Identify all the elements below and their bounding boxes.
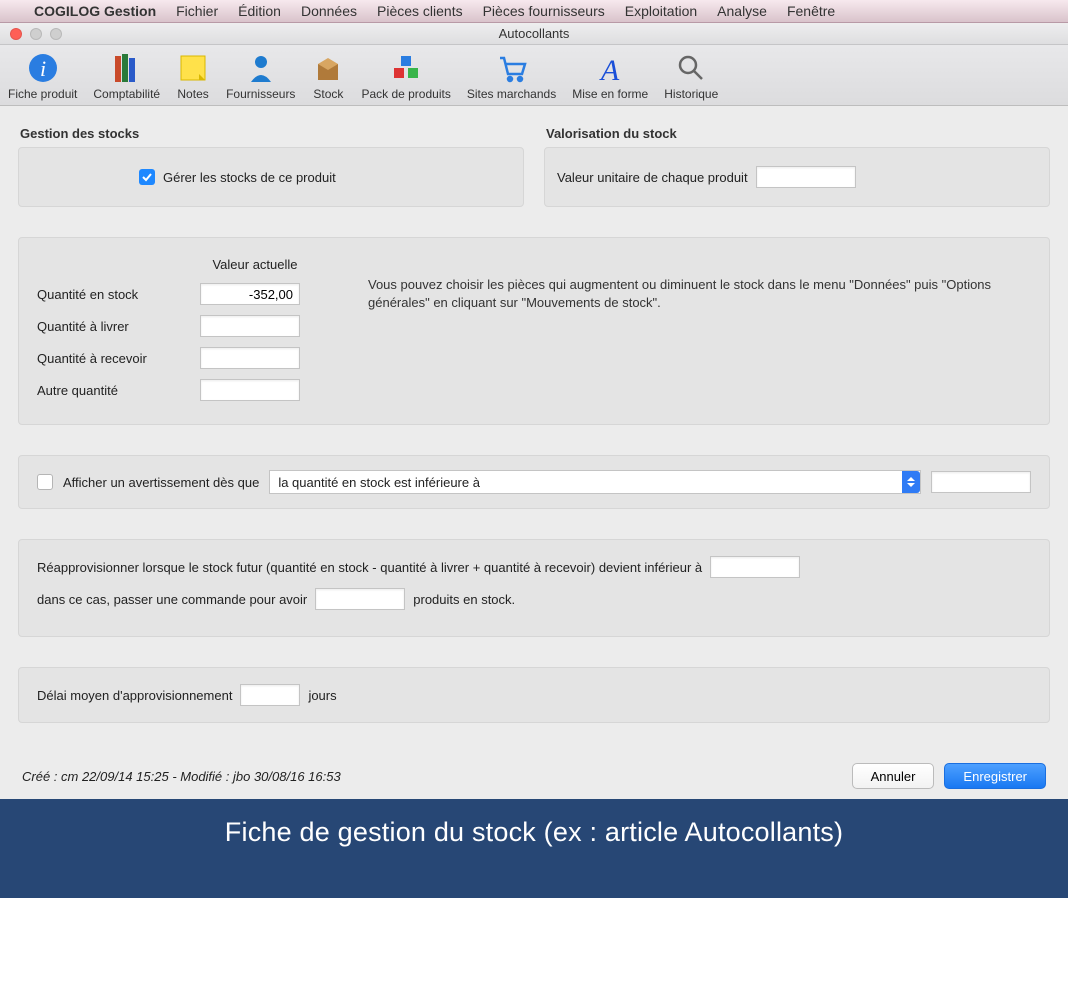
warn-checkbox[interactable] bbox=[37, 474, 53, 490]
valuation-title: Valorisation du stock bbox=[546, 126, 1050, 141]
menu-fichier[interactable]: Fichier bbox=[168, 3, 226, 19]
menu-analyse[interactable]: Analyse bbox=[709, 3, 775, 19]
reappro-order-qty-input[interactable] bbox=[315, 588, 405, 610]
valuation-panel: Valeur unitaire de chaque produit bbox=[544, 147, 1050, 207]
qty-receive-input[interactable] bbox=[200, 347, 300, 369]
person-icon bbox=[244, 51, 278, 85]
warn-select-value: la quantité en stock est inférieure à bbox=[278, 475, 480, 490]
toolbar-mise-en-forme[interactable]: A Mise en forme bbox=[568, 51, 652, 101]
window-titlebar: Autocollants bbox=[0, 23, 1068, 45]
qty-deliver-label: Quantité à livrer bbox=[37, 310, 182, 342]
menu-donnees[interactable]: Données bbox=[293, 3, 365, 19]
magnifier-icon bbox=[674, 51, 708, 85]
caption-bar: Fiche de gestion du stock (ex : article … bbox=[0, 799, 1068, 898]
info-icon: i bbox=[26, 51, 60, 85]
created-modified-text: Créé : cm 22/09/14 15:25 - Modifié : jbo… bbox=[22, 769, 842, 784]
toolbar: i Fiche produit Comptabilité Notes Fourn… bbox=[0, 45, 1068, 106]
current-value-header: Valeur actuelle bbox=[200, 250, 310, 278]
minimize-window-icon[interactable] bbox=[30, 28, 42, 40]
toolbar-notes[interactable]: Notes bbox=[172, 51, 214, 101]
stock-mgmt-title: Gestion des stocks bbox=[20, 126, 524, 141]
save-button[interactable]: Enregistrer bbox=[944, 763, 1046, 789]
unit-value-label: Valeur unitaire de chaque produit bbox=[557, 170, 748, 185]
manage-stock-label: Gérer les stocks de ce produit bbox=[163, 170, 336, 185]
font-icon: A bbox=[593, 51, 627, 85]
chevron-updown-icon bbox=[902, 471, 920, 493]
toolbar-sites-marchands[interactable]: Sites marchands bbox=[463, 51, 560, 101]
toolbar-fournisseurs[interactable]: Fournisseurs bbox=[222, 51, 299, 101]
warn-checkbox-label: Afficher un avertissement dès que bbox=[63, 475, 259, 490]
qty-other-input[interactable] bbox=[200, 379, 300, 401]
warn-threshold-input[interactable] bbox=[931, 471, 1031, 493]
reappro-text-2b: produits en stock. bbox=[413, 592, 515, 607]
hint-text: Vous pouvez choisir les pièces qui augme… bbox=[328, 250, 1031, 406]
menu-exploitation[interactable]: Exploitation bbox=[617, 3, 705, 19]
menu-pieces-clients[interactable]: Pièces clients bbox=[369, 3, 471, 19]
reappro-text-1: Réapprovisionner lorsque le stock futur … bbox=[37, 560, 702, 575]
warning-panel: Afficher un avertissement dès que la qua… bbox=[18, 455, 1050, 509]
reappro-text-2a: dans ce cas, passer une commande pour av… bbox=[37, 592, 307, 607]
close-window-icon[interactable] bbox=[10, 28, 22, 40]
reappro-panel: Réapprovisionner lorsque le stock futur … bbox=[18, 539, 1050, 637]
unit-value-input[interactable] bbox=[756, 166, 856, 188]
delay-label: Délai moyen d'approvisionnement bbox=[37, 688, 232, 703]
stock-mgmt-panel: Gérer les stocks de ce produit bbox=[18, 147, 524, 207]
app-name[interactable]: COGILOG Gestion bbox=[26, 3, 164, 19]
menu-pieces-fournisseurs[interactable]: Pièces fournisseurs bbox=[475, 3, 613, 19]
note-icon bbox=[176, 51, 210, 85]
toolbar-stock[interactable]: Stock bbox=[307, 51, 349, 101]
toolbar-historique[interactable]: Historique bbox=[660, 51, 722, 101]
svg-text:i: i bbox=[40, 56, 46, 81]
cancel-button[interactable]: Annuler bbox=[852, 763, 935, 789]
quantities-panel: Quantité en stock Quantité à livrer Quan… bbox=[18, 237, 1050, 425]
toolbar-comptabilite[interactable]: Comptabilité bbox=[89, 51, 164, 101]
warn-condition-select[interactable]: la quantité en stock est inférieure à bbox=[269, 470, 921, 494]
zoom-window-icon[interactable] bbox=[50, 28, 62, 40]
delay-unit: jours bbox=[308, 688, 336, 703]
box-icon bbox=[311, 51, 345, 85]
toolbar-fiche-produit[interactable]: i Fiche produit bbox=[4, 51, 81, 101]
mac-menubar: COGILOG Gestion Fichier Édition Données … bbox=[0, 0, 1068, 23]
menu-edition[interactable]: Édition bbox=[230, 3, 289, 19]
window-title: Autocollants bbox=[0, 26, 1068, 41]
svg-text:A: A bbox=[599, 54, 620, 84]
qty-other-label: Autre quantité bbox=[37, 374, 182, 406]
qty-stock-label: Quantité en stock bbox=[37, 278, 182, 310]
menu-fenetre[interactable]: Fenêtre bbox=[779, 3, 843, 19]
cubes-icon bbox=[389, 51, 423, 85]
reappro-threshold-input[interactable] bbox=[710, 556, 800, 578]
qty-deliver-input[interactable] bbox=[200, 315, 300, 337]
toolbar-pack-produits[interactable]: Pack de produits bbox=[357, 51, 454, 101]
form-content: Gestion des stocks Gérer les stocks de c… bbox=[0, 106, 1068, 799]
cart-icon bbox=[495, 51, 529, 85]
caption-text: Fiche de gestion du stock (ex : article … bbox=[225, 817, 843, 848]
qty-receive-label: Quantité à recevoir bbox=[37, 342, 182, 374]
delay-panel: Délai moyen d'approvisionnement jours bbox=[18, 667, 1050, 723]
delay-input[interactable] bbox=[240, 684, 300, 706]
books-icon bbox=[110, 51, 144, 85]
qty-stock-input[interactable] bbox=[200, 283, 300, 305]
manage-stock-checkbox[interactable] bbox=[139, 169, 155, 185]
